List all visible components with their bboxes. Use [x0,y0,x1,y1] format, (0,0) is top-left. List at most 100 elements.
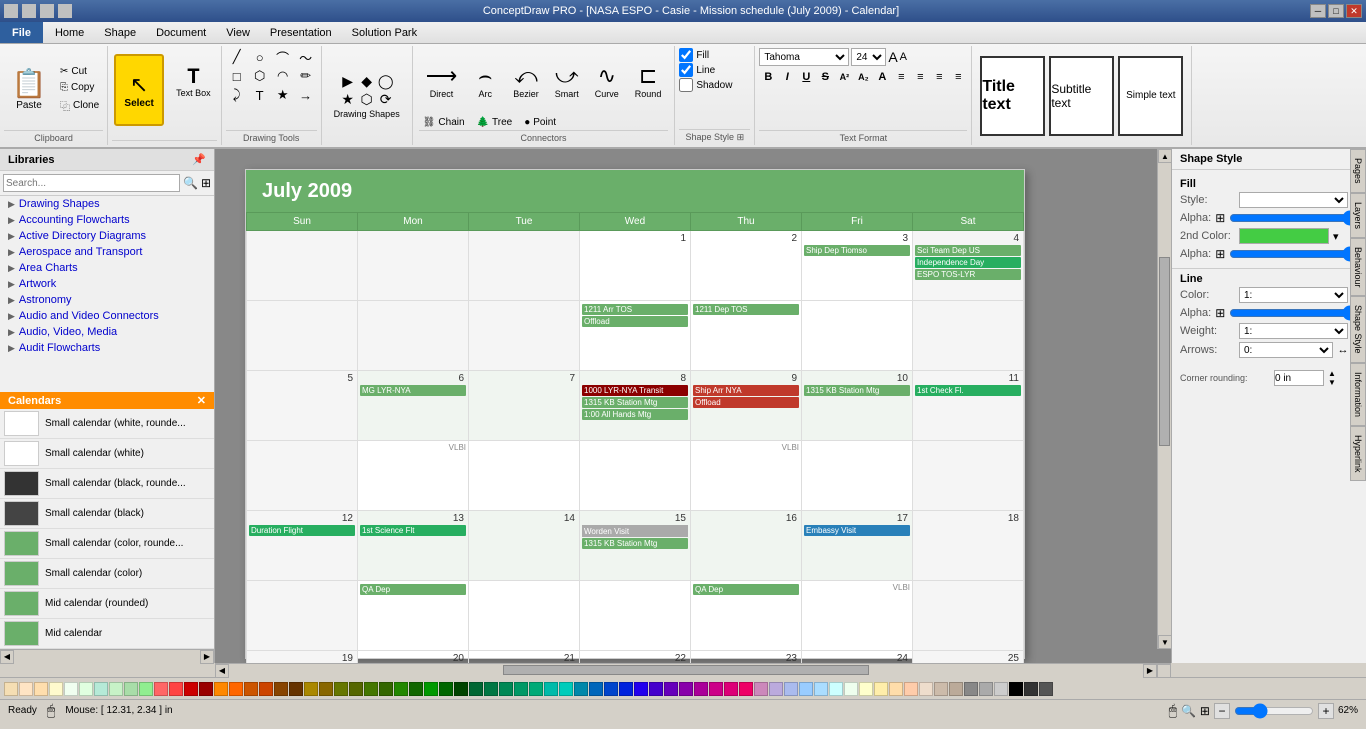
poly-tool[interactable]: ⬡ [249,67,271,85]
cell-w2b-thu[interactable]: VLBI [691,441,802,511]
cell-w2-sun[interactable]: 5 [247,371,358,441]
cal-item-7[interactable]: Mid calendar [0,619,214,649]
color-swatch-xgreen[interactable] [409,682,423,696]
cell-w3b-wed[interactable] [580,581,691,651]
canvas-area[interactable]: July 2009 Sun Mon Tue Wed Thu Fri Sat [215,149,1171,663]
zoom-out-button[interactable]: − [1214,703,1230,719]
color-swatch-paleorange2[interactable] [889,682,903,696]
library-audio-video-media[interactable]: ▶Audio, Video, Media [0,324,214,340]
cell-w1b-tue[interactable] [469,301,580,371]
color-swatch-teal2[interactable] [484,682,498,696]
scroll-thumb-h[interactable] [503,665,869,675]
color-swatch-green2[interactable] [124,682,138,696]
color-swatch-gold1[interactable] [304,682,318,696]
color-swatch-fgreen[interactable] [394,682,408,696]
cell-w1-fri[interactable]: 3 Ship Dep Tiomso [802,231,913,301]
cell-w3-sun[interactable]: 12 Duration Flight [247,511,358,581]
color-swatch-honeydew[interactable] [64,682,78,696]
font-size-select[interactable]: 24 [851,48,886,66]
fill-checkbox[interactable] [679,48,693,62]
color-swatch-purple1[interactable] [679,682,693,696]
round-connector-button[interactable]: ⊏ Round [628,60,669,102]
alpha-slider-fill[interactable] [1229,213,1358,223]
clone-button[interactable]: ⿻ Clone [56,96,103,115]
align-center-button[interactable]: ≡ [911,68,929,86]
cell-w3b-fri[interactable]: VLBI [802,581,913,651]
cal-item-6[interactable]: Mid calendar (rounded) [0,589,214,619]
color-swatch-seafoam[interactable] [94,682,108,696]
menu-presentation[interactable]: Presentation [260,22,342,43]
library-active-directory[interactable]: ▶Active Directory Diagrams [0,228,214,244]
color-swatch-tan3[interactable] [949,682,963,696]
scroll-right-arrow[interactable]: ▶ [200,650,214,664]
cut-button[interactable]: ✂ Cut [56,64,103,79]
color-swatch-lbblue[interactable] [799,682,813,696]
color-swatch-blue1[interactable] [574,682,588,696]
color-swatch-paleblue[interactable] [829,682,843,696]
color-swatch-pink3[interactable] [739,682,753,696]
color-swatch-dkgreen[interactable] [379,682,393,696]
cell-w1b-sat[interactable] [913,301,1024,371]
cell-w3b-tue[interactable] [469,581,580,651]
menu-home[interactable]: Home [45,22,94,43]
style-dropdown[interactable] [1239,192,1348,208]
menu-shape[interactable]: Shape [94,22,146,43]
textbox-button[interactable]: 𝐓 Text Box [170,52,217,112]
library-accounting[interactable]: ▶Accounting Flowcharts [0,212,214,228]
color-swatch-teal3[interactable] [499,682,513,696]
vtab-hyperlink[interactable]: Hyperlink [1350,426,1366,482]
cell-w2-mon[interactable]: 6 MG LYR-NYA [358,371,469,441]
second-color-swatch[interactable] [1239,228,1329,244]
cell-w2-thu[interactable]: 9 Ship Arr NYA Offload [691,371,802,441]
color-swatch-dimgray[interactable] [1039,682,1053,696]
color-swatch-wheat[interactable] [4,682,18,696]
menu-file[interactable]: File [0,22,43,43]
cell-w4-tue[interactable]: 21 [469,651,580,664]
direct-connector-button[interactable]: ⟶ Direct [419,60,465,102]
color-swatch-brown[interactable] [274,682,288,696]
text-color-button[interactable]: A [873,68,891,86]
color-swatch-lavender1[interactable] [769,682,783,696]
corner-input[interactable] [1274,370,1324,386]
library-area-charts[interactable]: ▶Area Charts [0,260,214,276]
cell-w2-sat[interactable]: 11 1st Check Fl. [913,371,1024,441]
cell-w2b-mon[interactable]: VLBI [358,441,469,511]
color-swatch-navajo[interactable] [34,682,48,696]
cell-w1-wed[interactable]: 1 [580,231,691,301]
color-swatch-darkred[interactable] [199,682,213,696]
smart-connector-button[interactable]: ⤻ Smart [548,60,586,102]
color-swatch-palepeach[interactable] [904,682,918,696]
bold-button[interactable]: B [759,68,777,86]
cell-w1-mon[interactable] [358,231,469,301]
subscript-button[interactable]: A₂ [854,68,872,86]
color-dropdown-arrow[interactable]: ▾ [1333,230,1339,243]
color-swatch-mint[interactable] [79,682,93,696]
color-swatch-lemon[interactable] [49,682,63,696]
rect-tool[interactable]: □ [226,67,248,85]
arrow-tool[interactable]: → [295,86,317,104]
scroll-right[interactable]: ▶ [1143,664,1157,678]
color-swatch-teal1[interactable] [469,682,483,696]
cell-w3-wed[interactable]: 15 Worden Visit 1315 KB Station Mtg [580,511,691,581]
cell-w2b-sat[interactable] [913,441,1024,511]
cell-w3-thu[interactable]: 16 [691,511,802,581]
pen-tool[interactable]: ✏ [295,67,317,85]
cell-w2b-wed[interactable] [580,441,691,511]
color-swatch-rust[interactable] [259,682,273,696]
close-calendars-icon[interactable]: ✕ [197,394,206,407]
scroll-down-arrow[interactable]: ▼ [1158,635,1171,649]
cell-w3-fri[interactable]: 17 Embassy Visit [802,511,913,581]
cell-w3-mon[interactable]: 13 1st Science Flt [358,511,469,581]
library-aerospace[interactable]: ▶Aerospace and Transport [0,244,214,260]
spline-tool[interactable]: ⤸ [226,86,248,104]
cal-item-3[interactable]: Small calendar (black) [0,499,214,529]
scroll-left-arrow[interactable]: ◀ [0,650,14,664]
cal-item-0[interactable]: Small calendar (white, rounde... [0,409,214,439]
menu-document[interactable]: Document [146,22,216,43]
scroll-thumb-v[interactable] [1159,257,1170,446]
color-swatch-mauve[interactable] [754,682,768,696]
library-astronomy[interactable]: ▶Astronomy [0,292,214,308]
cal-item-1[interactable]: Small calendar (white) [0,439,214,469]
color-swatch-tan[interactable] [919,682,933,696]
freehand-tool[interactable]: 〜 [295,48,317,66]
